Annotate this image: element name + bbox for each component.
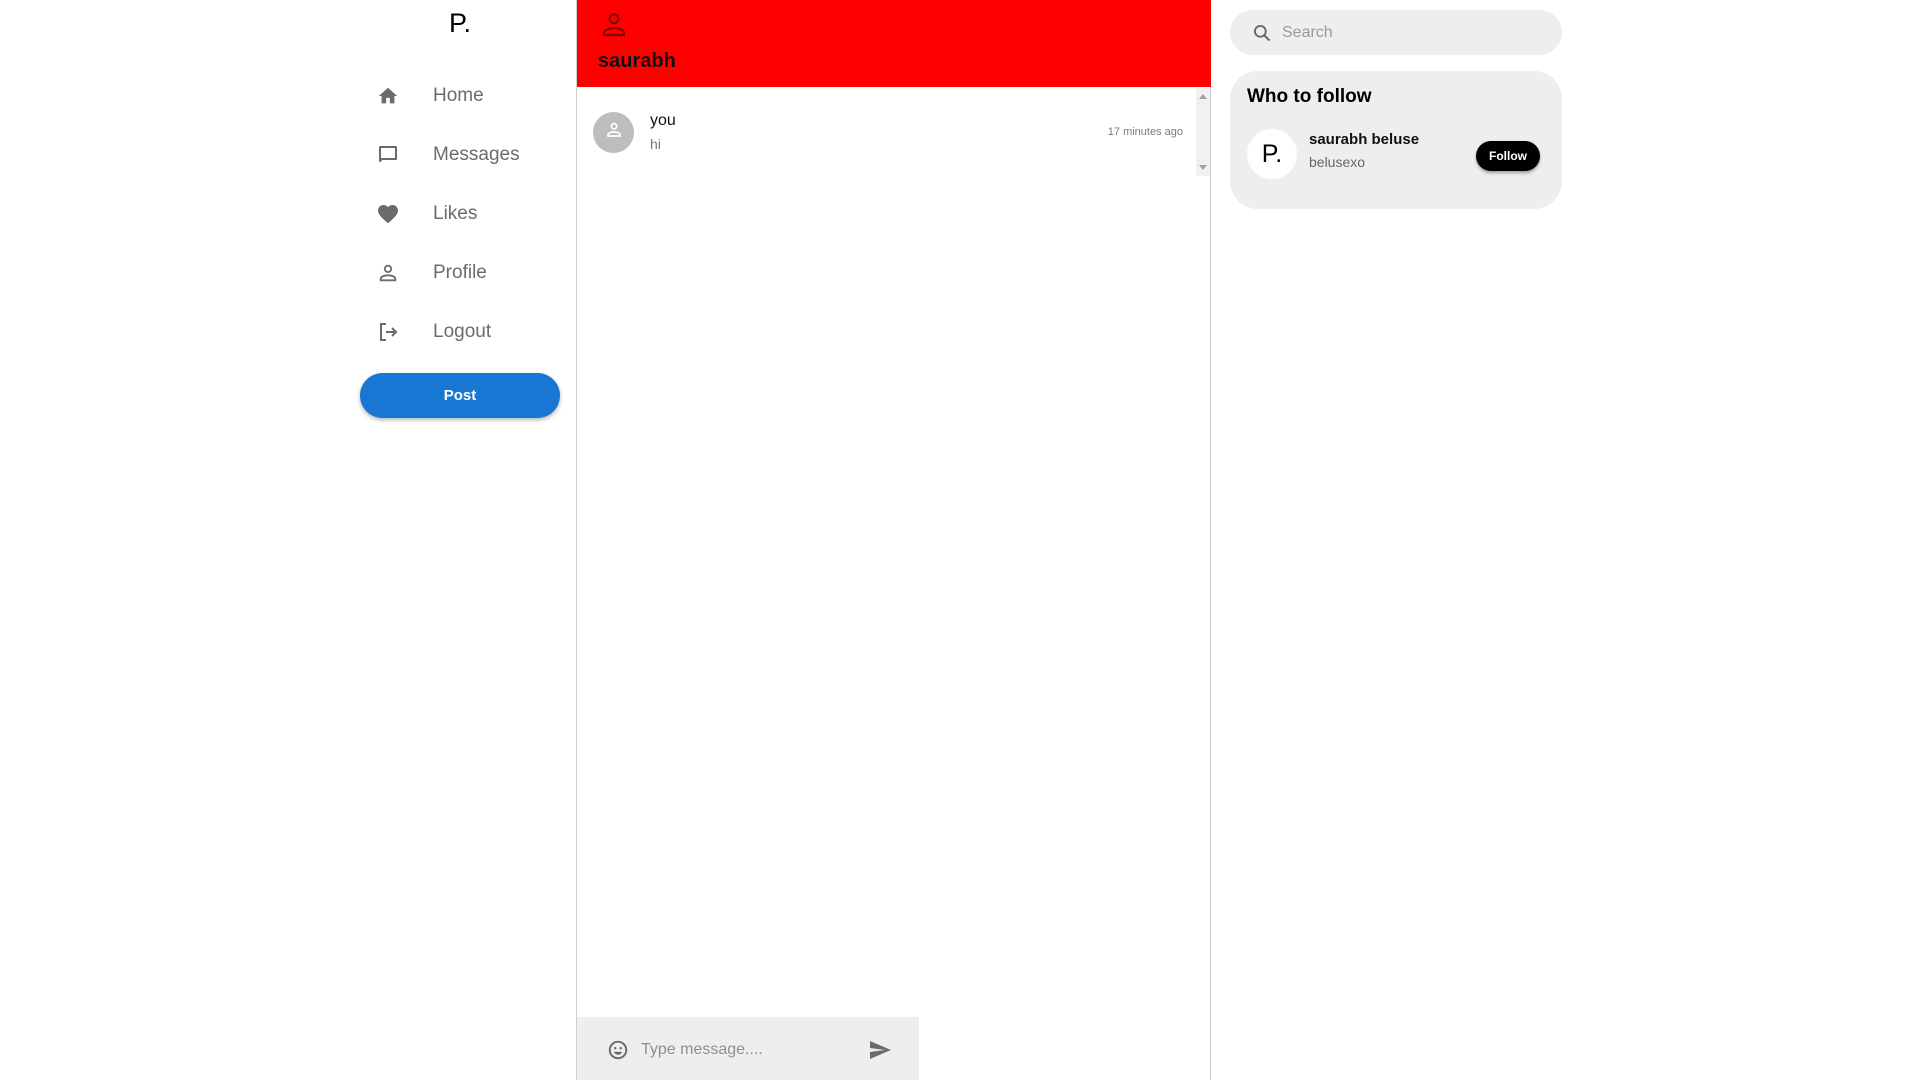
app-logo[interactable]: P. bbox=[440, 8, 480, 39]
send-icon[interactable] bbox=[867, 1038, 893, 1062]
search-bar bbox=[1230, 10, 1562, 55]
emoji-icon[interactable] bbox=[607, 1039, 629, 1061]
message-text: hi bbox=[650, 136, 661, 152]
message-input[interactable] bbox=[641, 1036, 841, 1064]
message-composer bbox=[577, 1017, 919, 1080]
message-sender: you bbox=[650, 112, 676, 129]
follow-button[interactable]: Follow bbox=[1476, 141, 1540, 171]
sidebar-item-label: Logout bbox=[433, 321, 492, 342]
sidebar-item-likes[interactable]: Likes bbox=[372, 194, 477, 234]
post-button[interactable]: Post bbox=[360, 373, 560, 418]
message-list-scrollbar[interactable] bbox=[1196, 88, 1210, 176]
heart-icon bbox=[372, 198, 404, 230]
sidebar-item-label: Likes bbox=[433, 203, 478, 224]
sidebar-item-home[interactable]: Home bbox=[372, 76, 484, 116]
avatar[interactable]: P. bbox=[1247, 129, 1297, 179]
chat-panel: saurabh you hi 17 minutes ago bbox=[576, 0, 1211, 1080]
sidebar-item-messages[interactable]: Messages bbox=[372, 135, 520, 175]
home-icon bbox=[372, 80, 404, 112]
person-icon bbox=[599, 10, 629, 40]
chat-contact-name: saurabh bbox=[598, 50, 676, 72]
chat-header: saurabh bbox=[577, 0, 1211, 87]
scroll-up-arrow-icon[interactable] bbox=[1199, 94, 1207, 99]
follow-suggestion: P. saurabh beluse belusexo Follow bbox=[1247, 129, 1547, 181]
sidebar-item-label: Messages bbox=[433, 144, 520, 165]
sidebar-item-label: Profile bbox=[433, 262, 487, 283]
sidebar-item-label: Home bbox=[433, 85, 484, 106]
chat-bubble-icon bbox=[372, 139, 404, 171]
avatar bbox=[593, 112, 634, 153]
who-to-follow-title: Who to follow bbox=[1247, 86, 1372, 107]
person-icon bbox=[372, 257, 404, 289]
sidebar-item-logout[interactable]: Logout bbox=[372, 312, 491, 352]
suggested-user-handle: belusexo bbox=[1309, 154, 1366, 170]
who-to-follow-card: Who to follow P. saurabh beluse belusexo… bbox=[1230, 71, 1562, 209]
search-input[interactable] bbox=[1282, 19, 1542, 47]
sidebar-item-profile[interactable]: Profile bbox=[372, 253, 487, 293]
message-list-item[interactable]: you hi 17 minutes ago bbox=[593, 110, 1183, 156]
person-icon bbox=[605, 121, 623, 144]
message-timestamp: 17 minutes ago bbox=[1107, 126, 1183, 138]
scroll-down-arrow-icon[interactable] bbox=[1199, 165, 1207, 170]
logout-icon bbox=[372, 316, 404, 348]
search-icon bbox=[1252, 23, 1272, 43]
suggested-user-name[interactable]: saurabh beluse bbox=[1309, 131, 1419, 148]
